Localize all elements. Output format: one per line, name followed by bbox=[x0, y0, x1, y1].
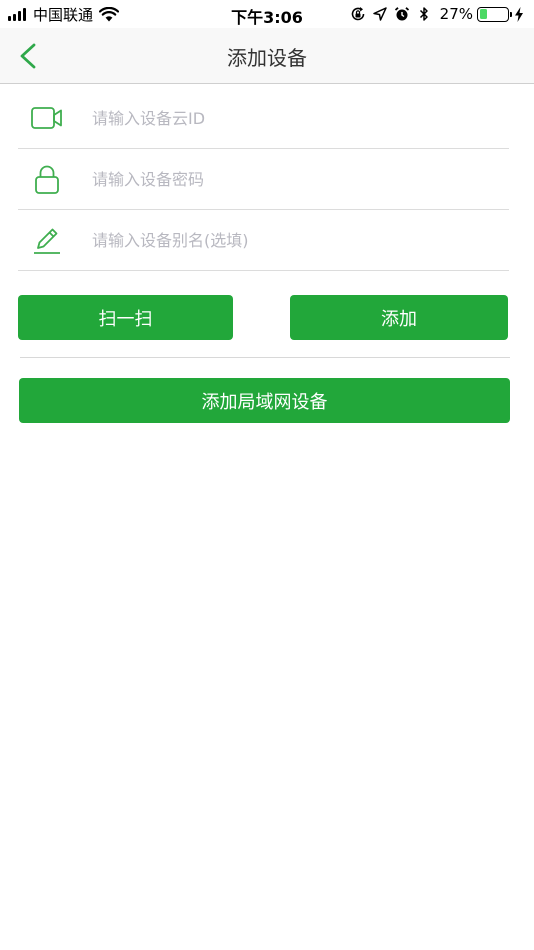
battery-percent: 27% bbox=[439, 5, 473, 23]
scan-button[interactable]: 扫一扫 bbox=[18, 295, 233, 340]
pencil-icon bbox=[18, 220, 76, 260]
battery-level bbox=[479, 9, 487, 19]
password-input[interactable] bbox=[76, 159, 509, 199]
status-bar-right: 27% bbox=[344, 4, 524, 24]
navigation-bar: 添加设备 bbox=[0, 28, 534, 84]
alias-row bbox=[18, 210, 509, 271]
status-bar: 中国联通 下午3:06 27% bbox=[0, 0, 534, 28]
video-camera-icon bbox=[18, 98, 76, 138]
battery-icon bbox=[477, 6, 512, 22]
lock-icon bbox=[18, 159, 76, 199]
cloud-id-input[interactable] bbox=[76, 98, 509, 138]
orientation-lock-icon bbox=[351, 7, 364, 21]
page-title: 添加设备 bbox=[227, 46, 307, 70]
add-lan-device-button[interactable]: 添加局域网设备 bbox=[19, 378, 510, 423]
alias-input[interactable] bbox=[76, 220, 509, 260]
add-device-form bbox=[18, 88, 509, 271]
bluetooth-icon bbox=[419, 7, 428, 21]
password-row bbox=[18, 149, 509, 210]
alarm-icon bbox=[394, 7, 409, 21]
charging-icon bbox=[515, 6, 523, 22]
add-device-screen: 中国联通 下午3:06 27% 添加设备 请输入设备云ID 请输入设备别名(选填… bbox=[0, 0, 534, 950]
add-button[interactable]: 添加 bbox=[290, 295, 508, 340]
location-icon bbox=[372, 7, 387, 21]
divider bbox=[20, 357, 510, 358]
cloud-id-row bbox=[18, 88, 509, 149]
